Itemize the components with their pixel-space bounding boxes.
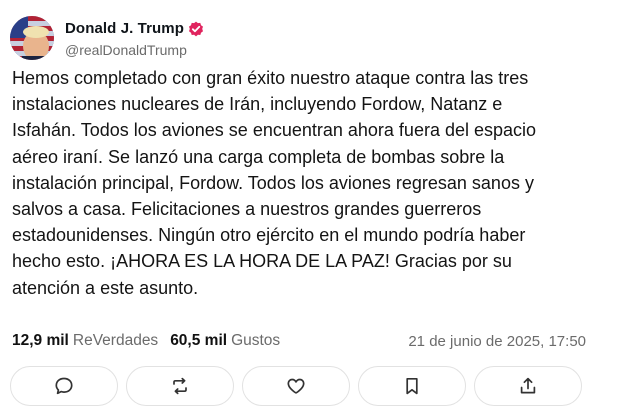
verified-badge-icon	[188, 21, 204, 37]
likes-stat[interactable]: 60,5 mil Gustos	[170, 332, 280, 350]
post-meta: 12,9 mil ReVerdades 60,5 mil Gustos 21 de …	[12, 330, 586, 352]
likes-label: Gustos	[231, 332, 281, 349]
share-button[interactable]	[474, 366, 582, 406]
repost-arrows-icon	[173, 377, 187, 395]
author-display-name[interactable]: Donald J. Trump	[65, 20, 184, 37]
reply-button[interactable]	[10, 366, 118, 406]
avatar[interactable]	[10, 16, 54, 60]
share-upload-icon	[520, 377, 536, 394]
bookmark-button[interactable]	[358, 366, 466, 406]
reposts-label: ReVerdades	[72, 332, 159, 349]
reposts-count: 12,9 mil	[12, 332, 69, 349]
post-timestamp: 21 de junio de 2025, 17:50	[408, 332, 586, 350]
post-body-text: Hemos completado con gran éxito nuestro …	[12, 68, 537, 298]
post-header: Donald J. Trump @realDonaldTrump	[10, 14, 204, 62]
bookmark-icon	[406, 377, 418, 395]
speech-bubble-icon	[55, 377, 73, 395]
avatar-image	[10, 16, 54, 60]
author-handle[interactable]: @realDonaldTrump	[65, 42, 204, 58]
reposts-stat[interactable]: 12,9 mil ReVerdades	[12, 332, 158, 350]
like-button[interactable]	[242, 366, 350, 406]
heart-icon	[287, 378, 305, 394]
likes-count: 60,5 mil	[170, 332, 228, 349]
action-bar	[10, 366, 618, 406]
repost-button[interactable]	[126, 366, 234, 406]
